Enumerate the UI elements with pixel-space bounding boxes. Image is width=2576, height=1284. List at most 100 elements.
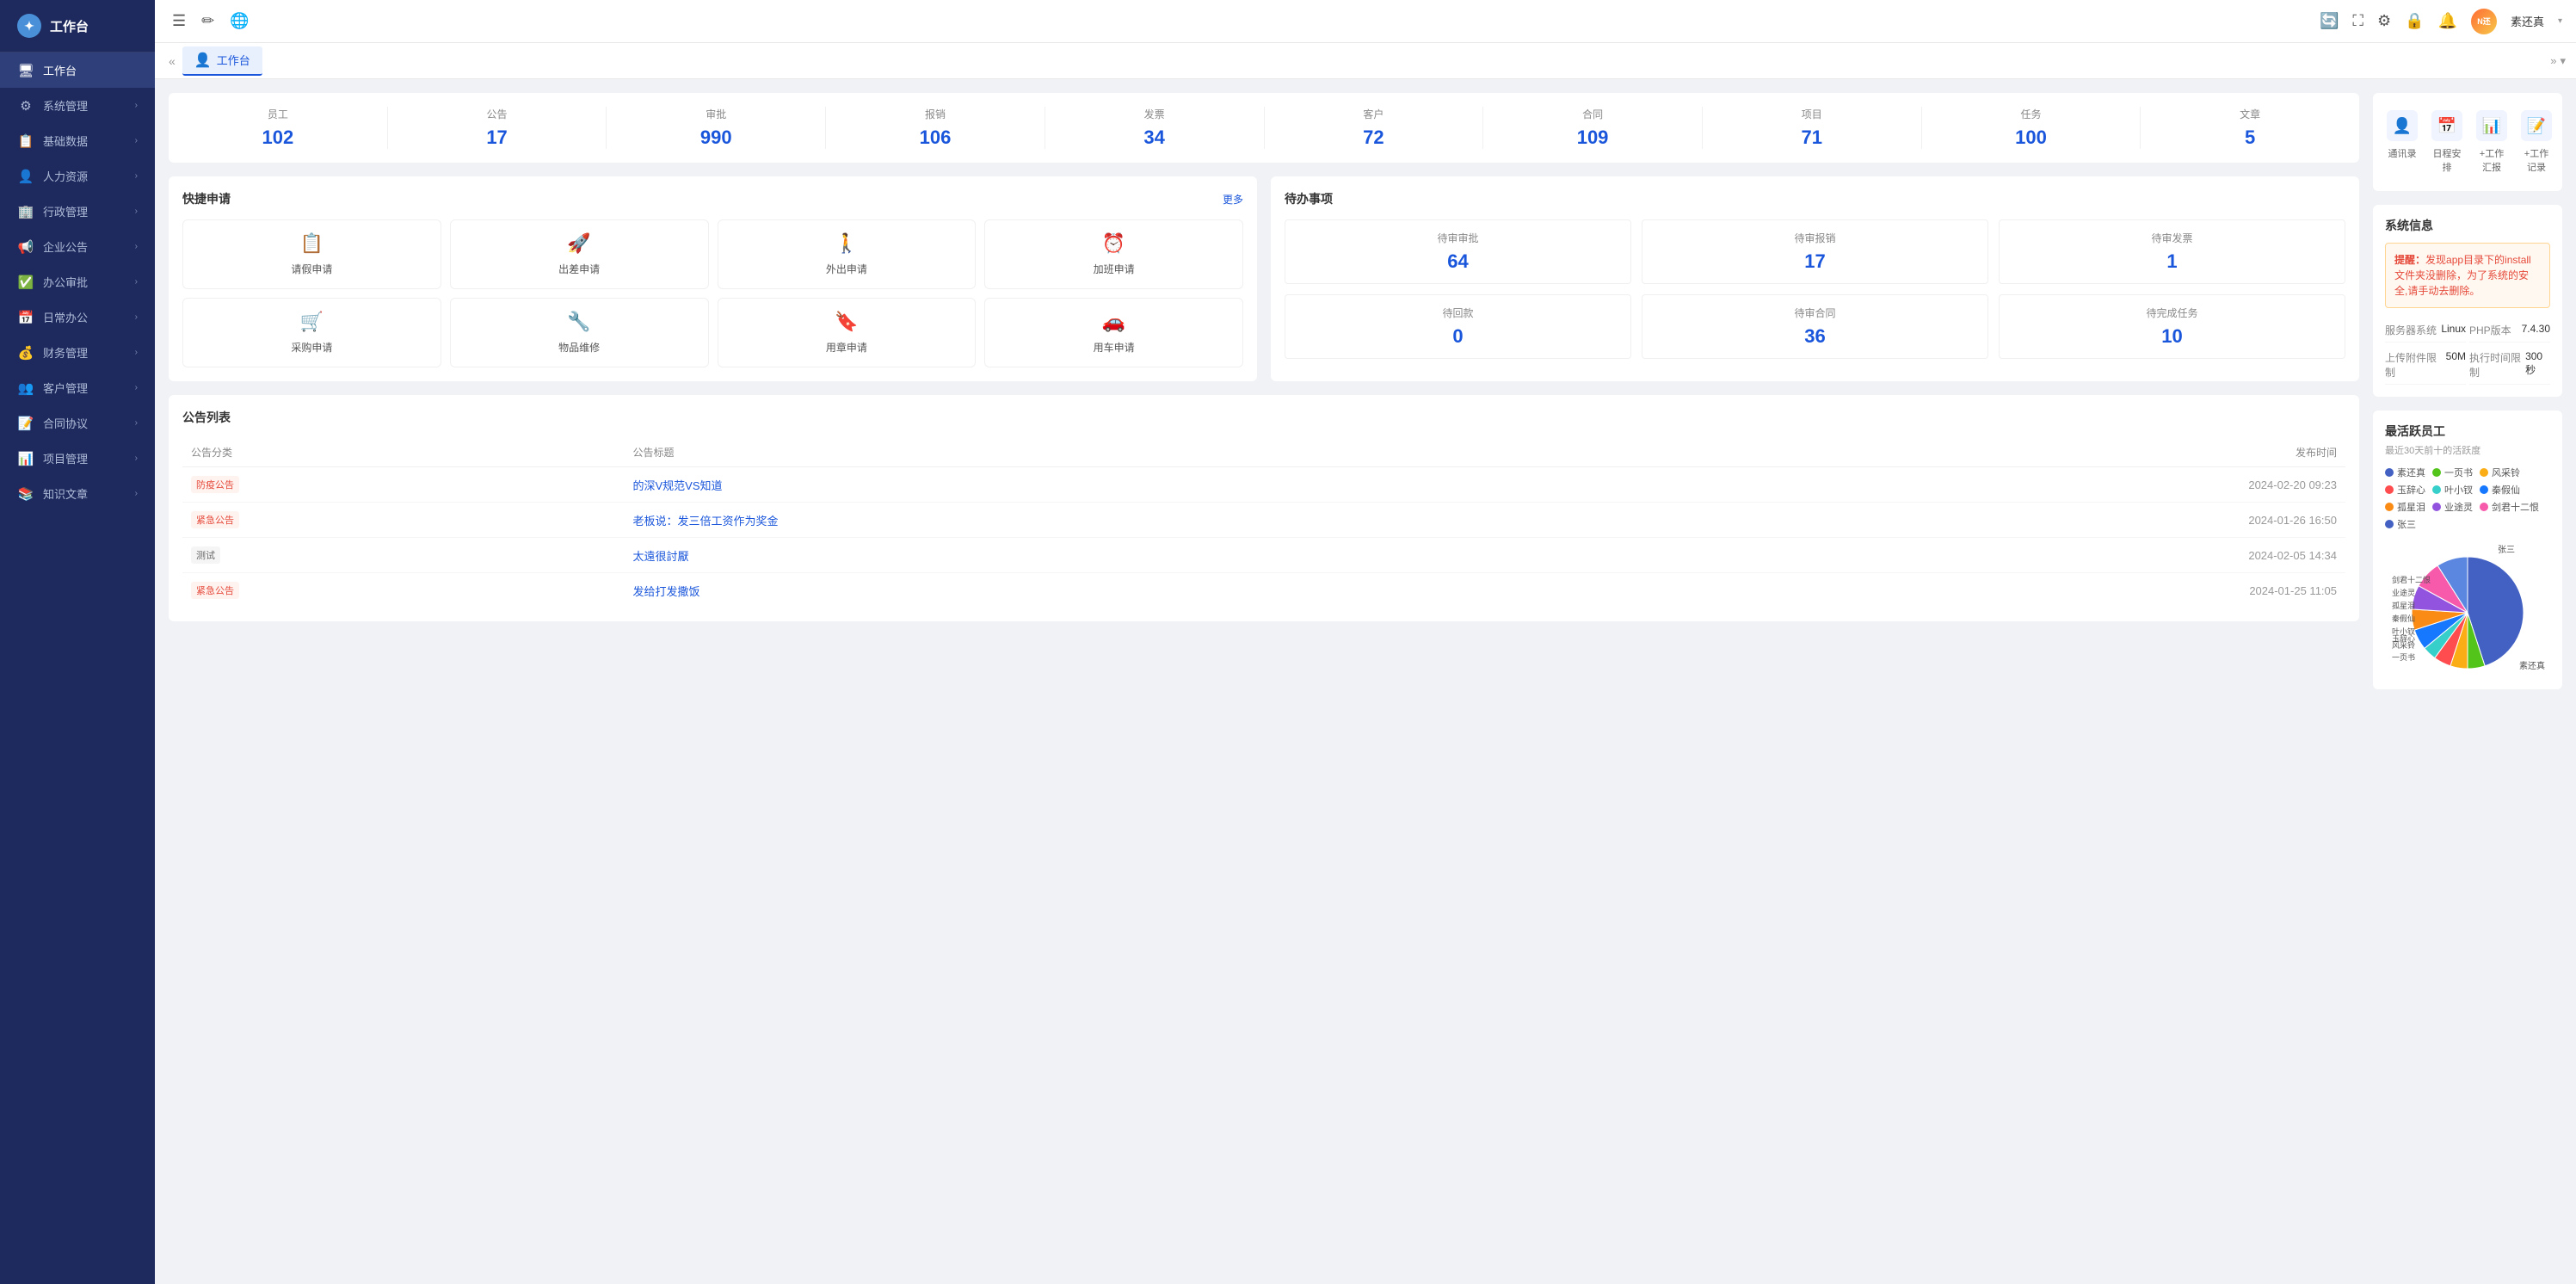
stat-label: 审批: [613, 107, 818, 121]
pending-value: 0: [1296, 325, 1620, 348]
stat-value[interactable]: 34: [1052, 127, 1257, 149]
tab-left-chevron[interactable]: «: [165, 51, 179, 71]
stat-value[interactable]: 102: [176, 127, 380, 149]
sidebar-contract-label: 合同协议: [43, 415, 88, 431]
sidebar-hr-icon: 👤: [17, 169, 34, 184]
pending-label: 待回款: [1296, 306, 1620, 320]
stat-value[interactable]: 106: [833, 127, 1038, 149]
sidebar: ✦ 工作台 🖥 工作台 ⚙ 系统管理 › 📋 基础数据 › 👤 人力资源 › 🏢…: [0, 0, 155, 1284]
pending-item: 待审审批 64: [1285, 219, 1631, 284]
announcement-link[interactable]: 的深V规范VS知道: [632, 479, 722, 492]
sidebar-item-finance[interactable]: 💰 财务管理 ›: [0, 335, 155, 370]
legend-dot: [2385, 520, 2394, 528]
sidebar-knowledge-label: 知识文章: [43, 485, 88, 502]
legend-item: 张三: [2385, 517, 2416, 531]
refresh-icon[interactable]: 🔄: [2320, 12, 2339, 30]
quick-action-out[interactable]: 🚶 外出申请: [718, 219, 977, 289]
system-info-rows: 服务器系统LinuxPHP版本7.4.30上传附件限制50M执行时间限制300秒: [2385, 318, 2550, 385]
sidebar-item-system[interactable]: ⚙ 系统管理 ›: [0, 88, 155, 123]
pending-item: 待审报销 17: [1642, 219, 1988, 284]
chevron-icon: ›: [135, 101, 138, 110]
pending-value: 64: [1296, 250, 1620, 273]
category-tag: 防疫公告: [191, 476, 239, 493]
pie-label: 张三: [2498, 545, 2515, 555]
lock-icon[interactable]: 🔒: [2405, 12, 2424, 30]
topbar: ☰ ✏ 🌐 🔄 ⛶ ⚙ 🔒 🔔 N还 素还真 ▾: [155, 0, 2576, 43]
fullscreen-icon[interactable]: ⛶: [2352, 12, 2363, 30]
quick-action-overtime[interactable]: ⏰ 加班申请: [984, 219, 1243, 289]
globe-icon[interactable]: 🌐: [226, 9, 252, 34]
menu-icon[interactable]: ☰: [169, 9, 189, 34]
stat-value[interactable]: 17: [395, 127, 600, 149]
stat-value[interactable]: 72: [1272, 127, 1476, 149]
announcement-card: 公告列表 公告分类 公告标题 发布时间 防疫公告 的深V规范VS知道: [169, 395, 2359, 621]
tab-right-chevron[interactable]: »: [2550, 54, 2556, 67]
stat-value[interactable]: 109: [1490, 127, 1695, 149]
sidebar-item-knowledge[interactable]: 📚 知识文章 ›: [0, 476, 155, 511]
tab-workbench[interactable]: 👤 工作台: [182, 46, 262, 76]
quick-action-repair[interactable]: 🔧 物品维修: [450, 298, 709, 367]
stat-审批: 审批 990: [607, 107, 826, 149]
pending-label: 待审合同: [1653, 306, 1977, 320]
sidebar-item-workbench[interactable]: 🖥 工作台: [0, 52, 155, 88]
pending-item: 待回款 0: [1285, 294, 1631, 359]
sidebar-item-announce[interactable]: 📢 企业公告 ›: [0, 229, 155, 264]
alert-prefix: 提醒：: [2394, 254, 2425, 266]
quick-action-business_trip[interactable]: 🚀 出差申请: [450, 219, 709, 289]
pending-card: 待办事项 待审审批 64 待审报销 17 待审发票 1 待回款 0 待审合同 3…: [1271, 176, 2359, 381]
tab-right-controls: » ▾: [2550, 54, 2566, 68]
tab-workbench-label: 工作台: [217, 52, 250, 68]
sidebar-logo: ✦ 工作台: [0, 0, 155, 52]
shortcut-contacts[interactable]: 👤 通讯录: [2383, 103, 2421, 181]
sidebar-hr-label: 人力资源: [43, 168, 88, 184]
stat-value[interactable]: 990: [613, 127, 818, 149]
table-row: 防疫公告 的深V规范VS知道 2024-02-20 09:23: [182, 467, 2345, 503]
quick-action-leave[interactable]: 📋 请假申请: [182, 219, 441, 289]
notification-icon[interactable]: 🔔: [2438, 12, 2457, 30]
user-chevron-icon[interactable]: ▾: [2558, 16, 2562, 26]
edit-icon[interactable]: ✏: [198, 9, 218, 34]
legend-item: 秦假仙: [2480, 483, 2520, 497]
pending-header: 待办事项: [1285, 190, 2345, 207]
announcement-time: 2024-02-05 14:34: [1668, 538, 2345, 573]
legend-dot: [2432, 468, 2441, 477]
stat-合同: 合同 109: [1483, 107, 1703, 149]
quick-action-purchase[interactable]: 🛒 采购申请: [182, 298, 441, 367]
quick-apply-more[interactable]: 更多: [1223, 192, 1243, 207]
settings-icon[interactable]: ⚙: [2377, 12, 2391, 30]
sidebar-basic-label: 基础数据: [43, 133, 88, 149]
stat-任务: 任务 100: [1922, 107, 2142, 149]
shortcut-log[interactable]: 📝 +工作记录: [2517, 103, 2555, 181]
announcement-category: 测试: [182, 538, 624, 573]
stat-value[interactable]: 100: [1929, 127, 2134, 149]
quick-apply-header: 快捷申请 更多: [182, 190, 1243, 207]
sidebar-item-contract[interactable]: 📝 合同协议 ›: [0, 405, 155, 441]
sidebar-item-basic[interactable]: 📋 基础数据 ›: [0, 123, 155, 158]
sidebar-item-project[interactable]: 📊 项目管理 ›: [0, 441, 155, 476]
pending-label: 待审报销: [1653, 231, 1977, 245]
shortcut-report[interactable]: 📊 +工作汇报: [2473, 103, 2511, 181]
announcement-link[interactable]: 老板说：发三倍工资作为奖金: [632, 515, 778, 528]
sidebar-item-customer[interactable]: 👥 客户管理 ›: [0, 370, 155, 405]
quick-action-seal[interactable]: 🔖 用章申请: [718, 298, 977, 367]
sidebar-item-admin[interactable]: 🏢 行政管理 ›: [0, 194, 155, 229]
quick-action-car[interactable]: 🚗 用车申请: [984, 298, 1243, 367]
sidebar-workbench-icon: 🖥: [17, 63, 34, 78]
user-name[interactable]: 素还真: [2511, 13, 2544, 29]
stat-value[interactable]: 5: [2148, 127, 2352, 149]
sidebar-item-daily[interactable]: 📅 日常办公 ›: [0, 299, 155, 335]
stat-label: 报销: [833, 107, 1038, 121]
content-right: 👤 通讯录 📅 日程安排 📊 +工作汇报 📝 +工作记录 系统信息 提醒：发现a…: [2373, 93, 2562, 1270]
shortcut-schedule[interactable]: 📅 日程安排: [2428, 103, 2466, 181]
announcement-link[interactable]: 太遠很討厭: [632, 550, 688, 563]
stat-value[interactable]: 71: [1710, 127, 1914, 149]
announcement-category: 紧急公告: [182, 573, 624, 608]
tab-dropdown-icon[interactable]: ▾: [2560, 54, 2566, 68]
legend-item: 剑君十二恨: [2480, 500, 2539, 514]
announcement-link[interactable]: 发给打发撒饭: [632, 585, 699, 598]
chevron-icon: ›: [135, 171, 138, 181]
legend-name: 业途灵: [2444, 500, 2473, 514]
sidebar-item-hr[interactable]: 👤 人力资源 ›: [0, 158, 155, 194]
sidebar-item-approval[interactable]: ✅ 办公审批 ›: [0, 264, 155, 299]
announcement-title-cell: 发给打发撒饭: [624, 573, 1667, 608]
